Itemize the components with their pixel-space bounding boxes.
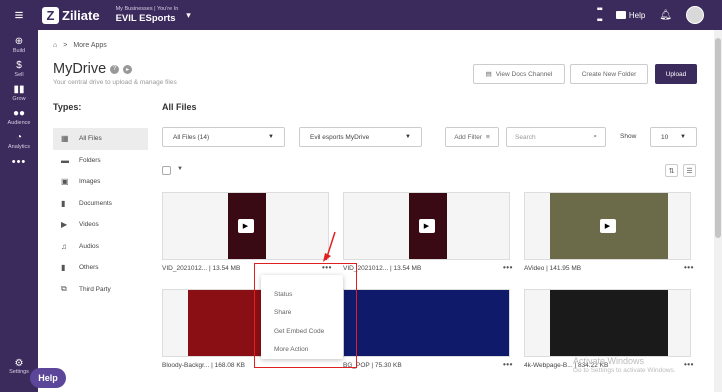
watermark-line-1: Activate Windows	[573, 356, 645, 366]
activation-watermark: Activate Windows Go to Settings to activ…	[573, 356, 676, 375]
annotation-highlight-box	[254, 263, 357, 368]
annotation-arrow	[323, 231, 336, 262]
watermark-line-2: Go to Settings to activate Windows.	[573, 366, 676, 374]
